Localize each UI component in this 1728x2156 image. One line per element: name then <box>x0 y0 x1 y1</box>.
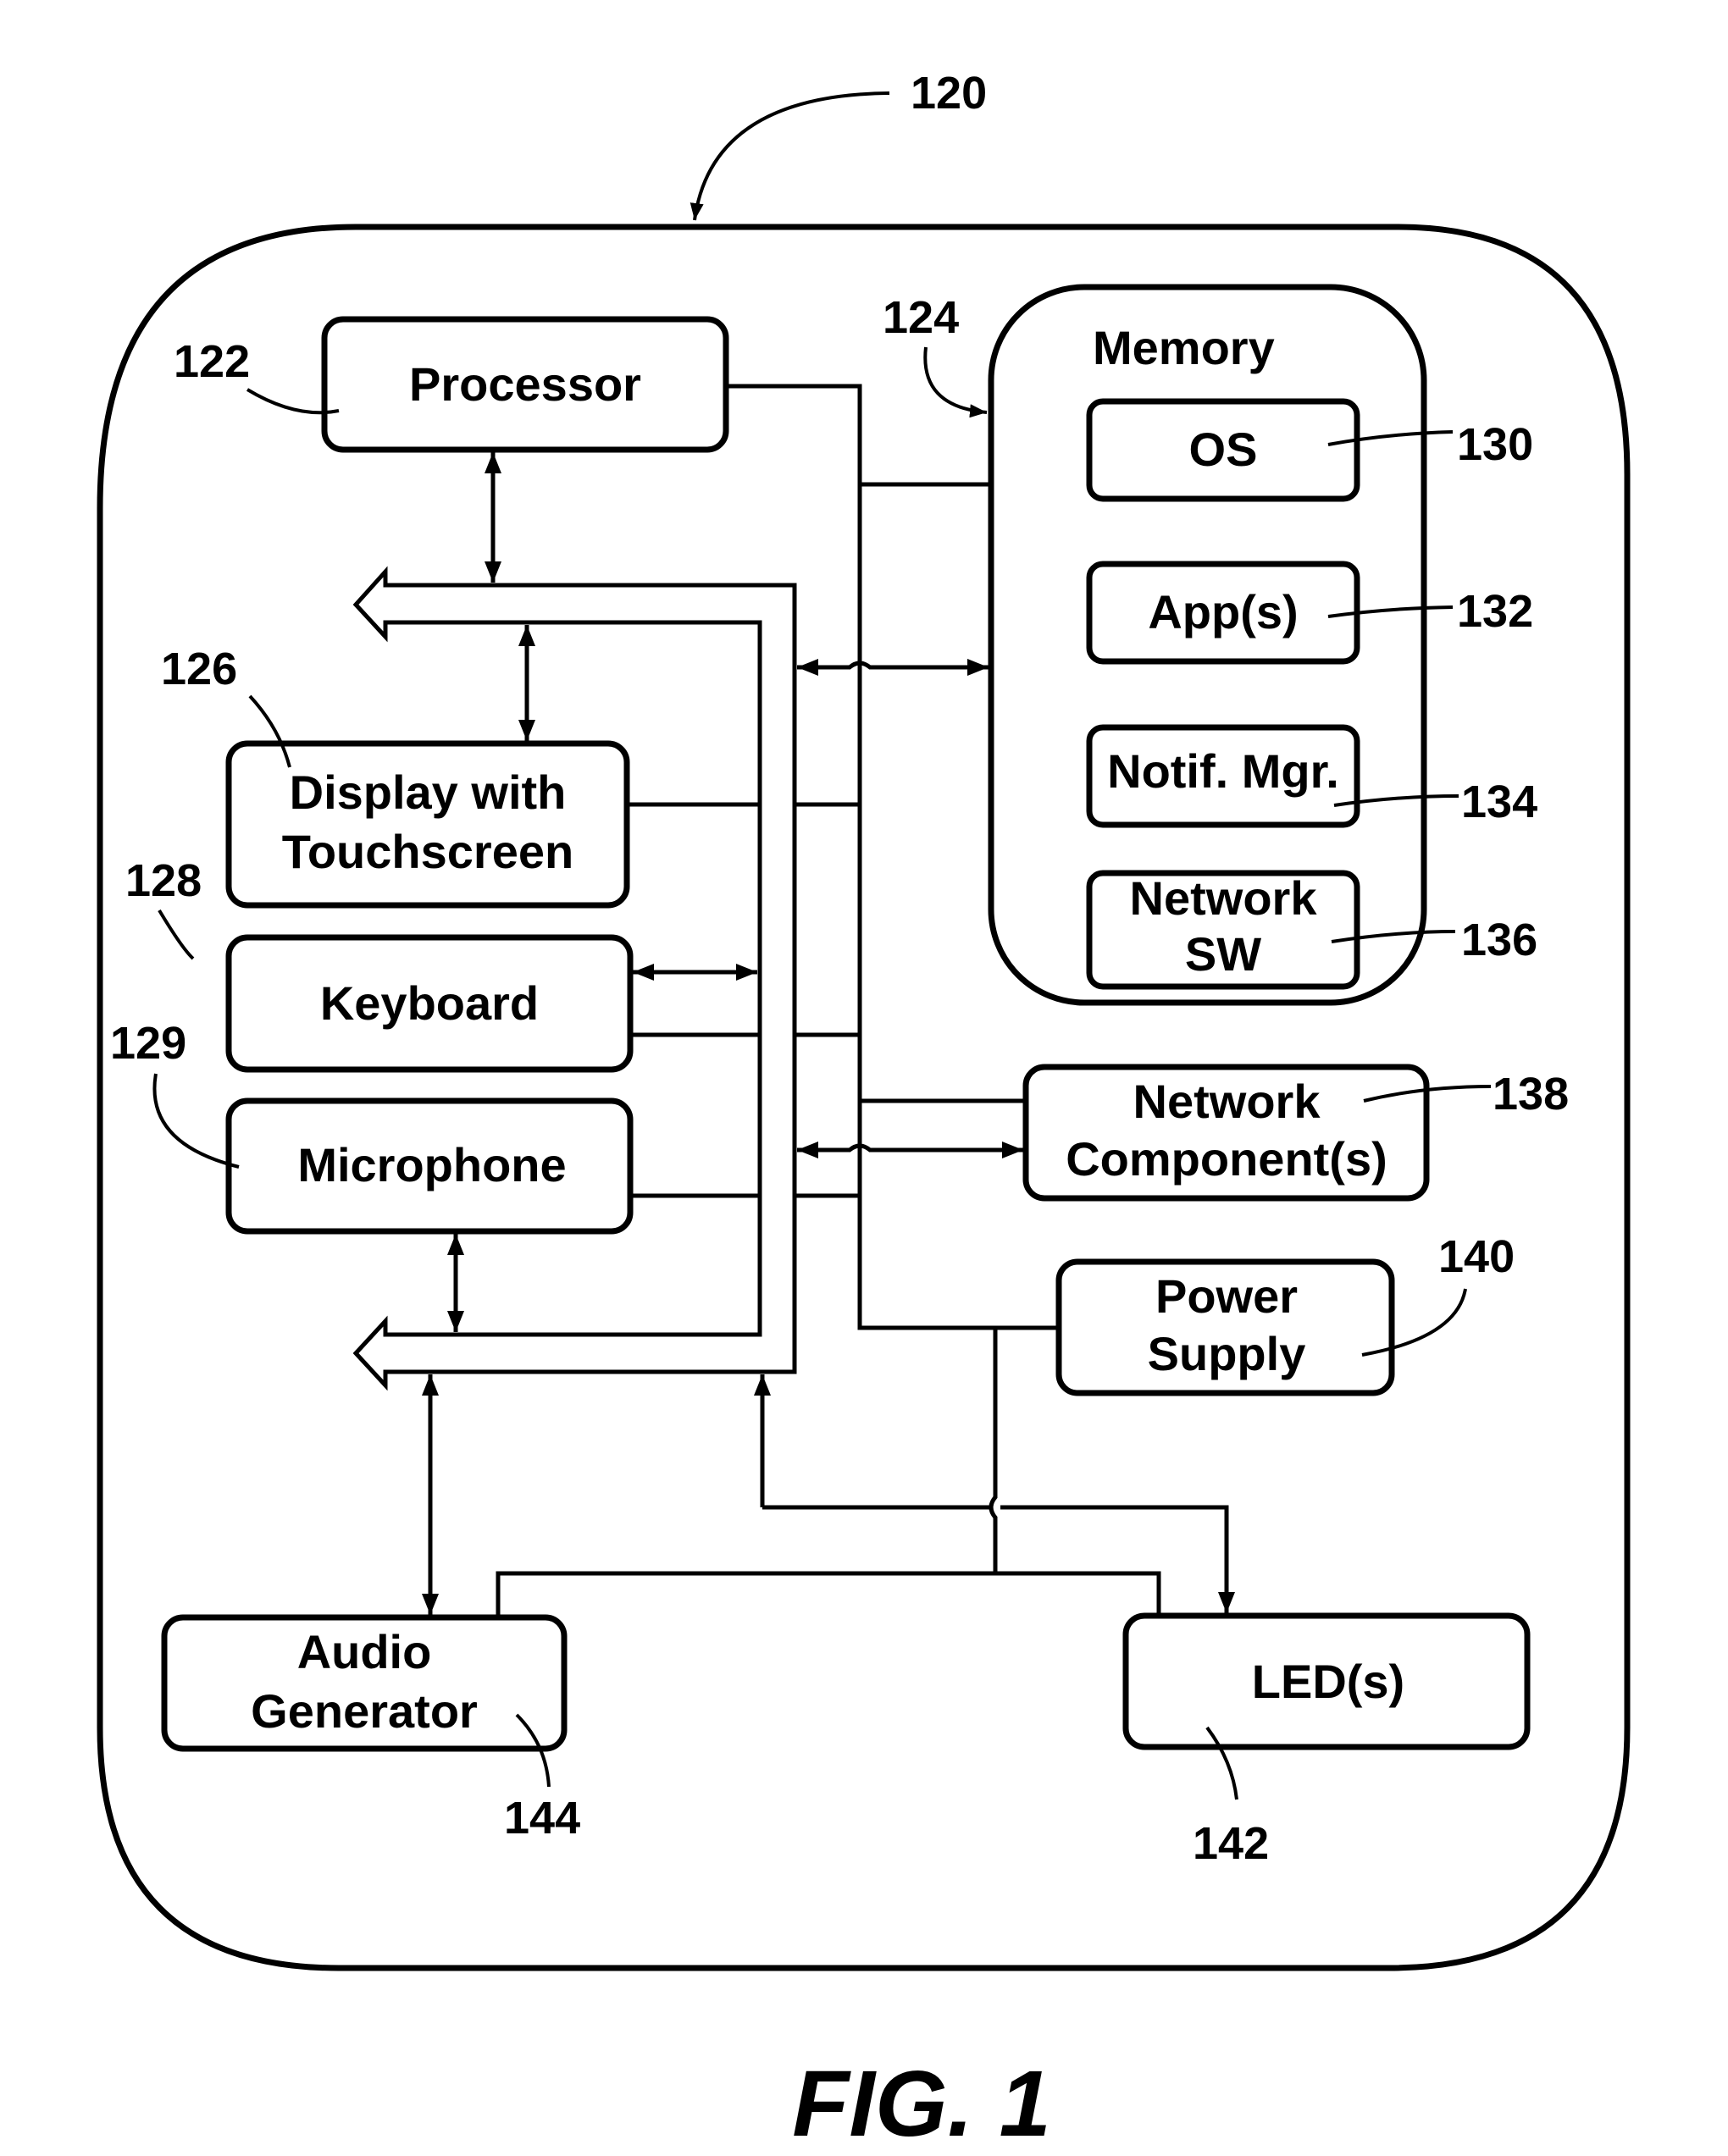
audio-generator-label-1: Audio <box>297 1625 432 1678</box>
network-component-ref: 138 <box>1493 1069 1569 1119</box>
display-ref: 126 <box>161 644 237 694</box>
power-distribution-line <box>989 1328 998 1573</box>
os-label: OS <box>1189 423 1258 476</box>
leds-ref: 142 <box>1193 1818 1269 1869</box>
leds-label: LED(s) <box>1252 1655 1404 1708</box>
notif-mgr-label: Notif. Mgr. <box>1107 744 1339 798</box>
display-label-1: Display with <box>290 766 567 819</box>
memory-ref-leader <box>923 346 988 418</box>
processor-label: Processor <box>409 357 641 411</box>
keyboard-ref-leader <box>158 909 195 960</box>
os-ref: 130 <box>1457 419 1533 470</box>
apps-ref: 132 <box>1457 586 1533 637</box>
display-label-2: Touchscreen <box>282 825 573 878</box>
network-component-label-1: Network <box>1133 1075 1321 1128</box>
network-component-bus-link <box>797 1142 1023 1158</box>
microphone-ref: 129 <box>110 1018 186 1069</box>
processor-ref: 122 <box>174 336 250 387</box>
network-sw-label-2: SW <box>1185 927 1261 981</box>
power-supply-ref: 140 <box>1438 1231 1515 1282</box>
device-ref-leader <box>690 91 890 221</box>
power-distribution-bus <box>496 1571 1161 1617</box>
memory-label: Memory <box>1093 321 1275 374</box>
device-ref: 120 <box>911 68 987 119</box>
microphone-label: Microphone <box>297 1138 566 1191</box>
memory-bus-link <box>797 659 989 676</box>
figure-caption: FIG. 1 <box>792 2052 1051 2156</box>
audio-generator-ref: 144 <box>504 1793 580 1844</box>
notif-mgr-ref: 134 <box>1461 777 1537 827</box>
power-supply-label-2: Supply <box>1148 1327 1306 1380</box>
audio-generator-label-2: Generator <box>251 1684 478 1738</box>
keyboard-label: Keyboard <box>320 976 539 1030</box>
keyboard-ref: 128 <box>125 855 202 906</box>
network-component-label-2: Component(s) <box>1066 1132 1387 1186</box>
apps-label: App(s) <box>1148 585 1298 639</box>
block-diagram: 120 Processor 122 Memory 124 OS 130 App(… <box>97 68 1631 2156</box>
power-supply-label-1: Power <box>1155 1269 1298 1323</box>
memory-ref: 124 <box>883 292 959 343</box>
network-sw-label-1: Network <box>1130 871 1318 925</box>
network-sw-ref: 136 <box>1461 915 1537 965</box>
